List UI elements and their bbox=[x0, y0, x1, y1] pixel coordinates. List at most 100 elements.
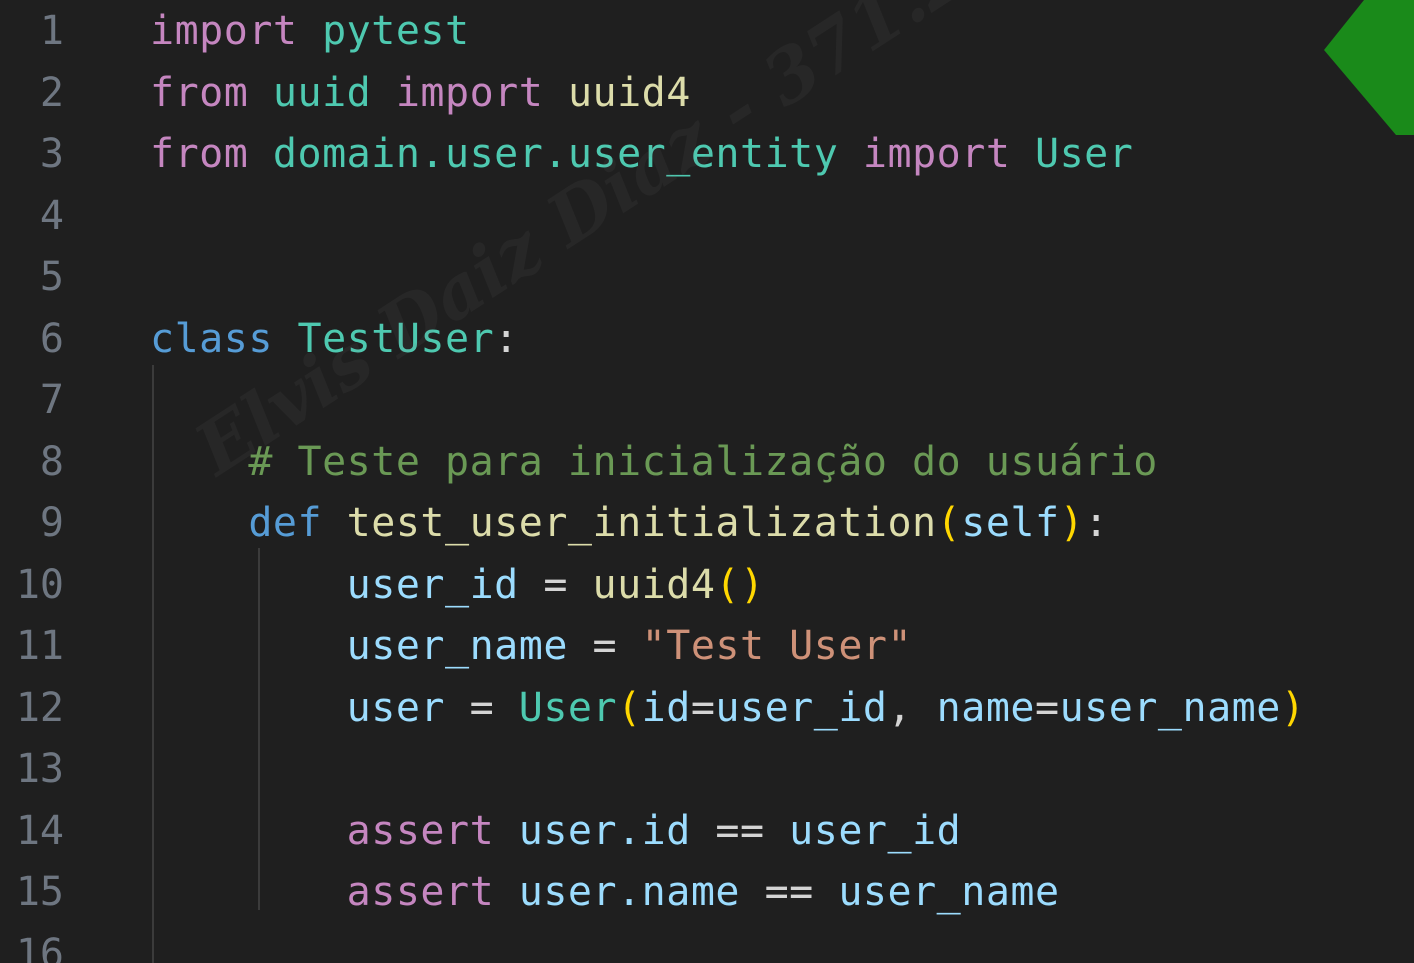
line-number: 3 bbox=[39, 131, 64, 177]
code-line[interactable]: 13 bbox=[0, 738, 1414, 800]
code-text: assert user.name == user_name bbox=[150, 869, 1060, 915]
code-token: domain.user.user_entity bbox=[272, 131, 839, 177]
code-line[interactable]: 14 assert user.id == user_id bbox=[0, 800, 1414, 862]
code-line[interactable]: 1 import pytest bbox=[0, 0, 1414, 62]
code-line[interactable]: 2 from uuid import uuid4 bbox=[0, 62, 1414, 124]
code-line[interactable]: 16 bbox=[0, 923, 1414, 963]
line-number: 7 bbox=[39, 377, 64, 423]
code-token: == bbox=[690, 807, 790, 854]
line-number: 11 bbox=[15, 623, 64, 669]
code-line[interactable]: 12 user = User(id=user_id, name=user_nam… bbox=[0, 677, 1414, 739]
code-token: uuid bbox=[272, 69, 372, 116]
code-token: assert bbox=[346, 807, 495, 854]
code-token: class bbox=[150, 315, 273, 362]
code-token: assert bbox=[346, 869, 495, 915]
line-number: 9 bbox=[39, 500, 64, 546]
code-line[interactable]: 3 from domain.user.user_entity import Use… bbox=[0, 123, 1414, 185]
code-line[interactable]: 4 bbox=[0, 185, 1414, 247]
code-token: = bbox=[567, 623, 642, 669]
code-token: import bbox=[862, 131, 1011, 177]
code-token: () bbox=[715, 561, 765, 608]
code-token: , bbox=[887, 684, 937, 731]
code-text: from domain.user.user_entity import User bbox=[150, 131, 1133, 177]
code-editor[interactable]: 1 import pytest 2 from uuid import uuid4 3 fr… bbox=[0, 0, 1414, 963]
code-token: user.name bbox=[518, 869, 740, 915]
code-text: user = User(id=user_id, name=user_name) bbox=[150, 685, 1305, 731]
code-text: user_name = "Test User" bbox=[150, 623, 912, 669]
code-text: def test_user_initialization(self): bbox=[150, 500, 1109, 546]
code-token: = bbox=[1035, 684, 1060, 731]
code-token: user_name bbox=[1059, 684, 1281, 731]
code-text: from uuid import uuid4 bbox=[150, 70, 691, 116]
code-token: user_id bbox=[346, 561, 519, 608]
code-line[interactable]: 7 bbox=[0, 369, 1414, 431]
code-line[interactable]: 15 assert user.name == user_name bbox=[0, 861, 1414, 923]
code-token: user_id bbox=[715, 684, 888, 731]
code-token: name bbox=[936, 684, 1035, 731]
code-token: = bbox=[444, 684, 519, 731]
code-text: user_id = uuid4() bbox=[150, 562, 765, 608]
code-token: : bbox=[1084, 500, 1109, 546]
code-token: user_id bbox=[789, 807, 962, 854]
line-number: 15 bbox=[15, 869, 64, 915]
code-line[interactable]: 11 user_name = "Test User" bbox=[0, 615, 1414, 677]
code-token: ( bbox=[936, 500, 962, 546]
code-token: : bbox=[494, 315, 519, 362]
line-number: 8 bbox=[39, 438, 64, 485]
code-token: uuid4 bbox=[592, 561, 716, 608]
code-line[interactable]: 9 def test_user_initialization(self): bbox=[0, 492, 1414, 554]
code-token: == bbox=[740, 869, 839, 915]
code-text: import pytest bbox=[150, 8, 470, 54]
indent-guide-class bbox=[152, 365, 154, 963]
line-number: 10 bbox=[15, 561, 64, 608]
code-token: user.id bbox=[518, 807, 691, 854]
line-number: 14 bbox=[15, 807, 64, 854]
line-number: 4 bbox=[39, 192, 64, 239]
code-token: "Test User" bbox=[641, 623, 913, 669]
code-token: ) bbox=[1280, 684, 1306, 731]
code-line[interactable]: 5 bbox=[0, 246, 1414, 308]
green-corner-shape bbox=[1324, 0, 1414, 135]
code-token: User bbox=[1035, 131, 1134, 177]
line-number: 6 bbox=[39, 315, 64, 362]
code-text: class TestUser: bbox=[150, 316, 519, 362]
code-token: id bbox=[641, 684, 691, 731]
code-text: assert user.id == user_id bbox=[150, 808, 961, 854]
line-number: 5 bbox=[39, 254, 64, 300]
code-token: ) bbox=[1059, 500, 1085, 546]
code-token: import bbox=[150, 8, 298, 54]
code-token: user_name bbox=[346, 623, 568, 669]
code-line[interactable]: 8 # Teste para inicialização do usuário bbox=[0, 431, 1414, 493]
line-number: 16 bbox=[15, 930, 64, 963]
code-token: def bbox=[248, 500, 323, 546]
code-line[interactable]: 6 class TestUser: bbox=[0, 308, 1414, 370]
code-token: # Teste para inicialização do usuário bbox=[150, 438, 1158, 485]
code-line[interactable]: 10 user_id = uuid4() bbox=[0, 554, 1414, 616]
code-token: user_name bbox=[838, 869, 1060, 915]
line-number: 2 bbox=[39, 69, 64, 116]
line-number: 13 bbox=[15, 746, 64, 792]
code-token: from bbox=[150, 131, 249, 177]
code-token: self bbox=[961, 500, 1060, 546]
code-text: # Teste para inicialização do usuário bbox=[150, 439, 1158, 485]
code-token: test_user_initialization bbox=[346, 500, 937, 546]
code-token: = bbox=[690, 684, 716, 731]
code-token: import bbox=[395, 69, 544, 116]
code-token: uuid4 bbox=[567, 69, 691, 116]
